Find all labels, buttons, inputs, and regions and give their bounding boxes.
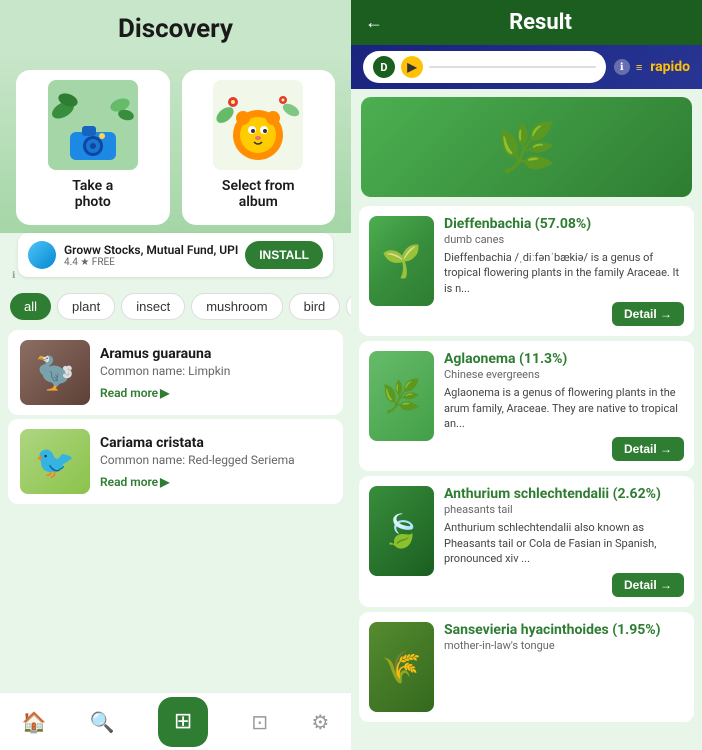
ad-text: Groww Stocks, Mutual Fund, UPI 4.4 ★ FRE… xyxy=(64,243,238,268)
left-panel: Discovery xyxy=(0,0,351,750)
result-content-1: Dieffenbachia (57.08%) dumb canes Dieffe… xyxy=(444,216,684,326)
lion-svg xyxy=(213,80,303,170)
action-cards-area: Take a photo xyxy=(0,54,351,233)
read-more-2[interactable]: Read more ▶ xyxy=(100,475,331,489)
result-content-2: Aglaonema (11.3%) Chinese evergreens Agl… xyxy=(444,351,684,461)
select-album-illustration xyxy=(213,80,303,170)
read-more-1[interactable]: Read more ▶ xyxy=(100,386,331,400)
bird-image-2: 🐦 xyxy=(20,429,90,494)
filter-bird[interactable]: bird xyxy=(289,293,341,320)
filter-tabs: all plant insect mushroom bird fis... xyxy=(0,287,351,326)
result-common-2: Chinese evergreens xyxy=(444,368,684,381)
rapido-menu-icon: ≡ xyxy=(636,61,642,74)
result-content-4: Sansevieria hyacinthoides (1.95%) mother… xyxy=(444,622,684,712)
result-desc-1: Dieffenbachia /ˌdiːfənˈbækiə/ is a genus… xyxy=(444,250,684,296)
result-common-1: dumb canes xyxy=(444,233,684,246)
filter-fish[interactable]: fis... xyxy=(346,293,351,320)
rapido-logo: ℹ ≡ rapido xyxy=(614,59,690,75)
filter-plant[interactable]: plant xyxy=(57,293,115,320)
species-common-2: Common name: Red-legged Seriema xyxy=(100,453,331,467)
species-info-2: Cariama cristata Common name: Red-legged… xyxy=(100,435,331,489)
result-thumb-4: 🌾 xyxy=(369,622,434,712)
species-name-1: Aramus guarauna xyxy=(100,346,331,362)
rapido-search-bar[interactable]: D ▶ xyxy=(363,51,606,83)
result-name-4: Sansevieria hyacinthoides (1.95%) xyxy=(444,622,684,638)
ad-left: Groww Stocks, Mutual Fund, UPI 4.4 ★ FRE… xyxy=(28,241,238,269)
nav-gallery[interactable]: ⊡ xyxy=(251,710,268,734)
result-item-2[interactable]: 🌿 Aglaonema (11.3%) Chinese evergreens A… xyxy=(359,341,694,471)
nav-settings[interactable]: ⚙ xyxy=(311,710,329,734)
result-list: 🌱 Dieffenbachia (57.08%) dumb canes Dief… xyxy=(351,201,702,750)
result-header: ← Result xyxy=(351,0,702,45)
select-album-card[interactable]: Select from album xyxy=(182,70,336,225)
result-ad-banner: D ▶ ℹ ≡ rapido xyxy=(351,45,702,89)
result-main-image: 🌿 xyxy=(361,97,692,197)
ad-title: Groww Stocks, Mutual Fund, UPI xyxy=(64,243,238,257)
aglaonema-image: 🌿 xyxy=(369,351,434,441)
detail-button-3[interactable]: Detail → xyxy=(612,573,684,597)
rapido-bar xyxy=(429,66,596,68)
nav-search[interactable]: 🔍 xyxy=(90,710,115,734)
filter-mushroom[interactable]: mushroom xyxy=(191,293,282,320)
list-item[interactable]: 🦤 Aramus guarauna Common name: Limpkin R… xyxy=(8,330,343,415)
rapido-info-icon: ℹ xyxy=(614,59,630,75)
result-item-4[interactable]: 🌾 Sansevieria hyacinthoides (1.95%) moth… xyxy=(359,612,694,722)
take-photo-card[interactable]: Take a photo xyxy=(16,70,170,225)
main-plant-illustration: 🌿 xyxy=(361,97,692,197)
rapido-arrow-icon: ▶ xyxy=(401,56,423,78)
species-info-1: Aramus guarauna Common name: Limpkin Rea… xyxy=(100,346,331,400)
bird-image-1: 🦤 xyxy=(20,340,90,405)
discovery-title: Discovery xyxy=(0,14,351,44)
result-common-3: pheasants tail xyxy=(444,503,684,516)
result-name-1: Dieffenbachia (57.08%) xyxy=(444,216,684,232)
take-photo-illustration xyxy=(48,80,138,170)
result-thumb-1: 🌱 xyxy=(369,216,434,306)
bottom-nav: 🏠 🔍 ⊞ ⊡ ⚙ xyxy=(0,692,351,750)
result-name-3: Anthurium schlechtendalii (2.62%) xyxy=(444,486,684,502)
list-item[interactable]: 🐦 Cariama cristata Common name: Red-legg… xyxy=(8,419,343,504)
nav-camera[interactable]: ⊞ xyxy=(158,697,208,747)
result-thumb-2: 🌿 xyxy=(369,351,434,441)
ad-info-icon: ℹ xyxy=(12,271,15,281)
species-thumb-2: 🐦 xyxy=(20,429,90,494)
nav-home[interactable]: 🏠 xyxy=(22,710,47,734)
anthurium-image: 🍃 xyxy=(369,486,434,576)
back-button[interactable]: ← xyxy=(365,12,383,33)
result-thumb-3: 🍃 xyxy=(369,486,434,576)
camera-svg xyxy=(48,80,138,170)
result-title: Result xyxy=(393,10,688,35)
install-button[interactable]: INSTALL xyxy=(245,241,323,269)
dieffenbachia-image: 🌱 xyxy=(369,216,434,306)
filter-all[interactable]: all xyxy=(10,293,51,320)
result-desc-2: Aglaonema is a genus of flowering plants… xyxy=(444,385,684,431)
result-name-2: Aglaonema (11.3%) xyxy=(444,351,684,367)
select-album-label: Select from album xyxy=(222,178,295,210)
detail-button-2[interactable]: Detail → xyxy=(612,437,684,461)
species-list: 🦤 Aramus guarauna Common name: Limpkin R… xyxy=(0,326,351,750)
left-header: Discovery xyxy=(0,0,351,54)
right-panel: ← Result D ▶ ℹ ≡ rapido 🌿 🌱 Dieffenbachi… xyxy=(351,0,702,750)
filter-insect[interactable]: insect xyxy=(121,293,185,320)
detail-button-1[interactable]: Detail → xyxy=(612,302,684,326)
result-item-3[interactable]: 🍃 Anthurium schlechtendalii (2.62%) phea… xyxy=(359,476,694,606)
species-name-2: Cariama cristata xyxy=(100,435,331,451)
result-content-3: Anthurium schlechtendalii (2.62%) pheasa… xyxy=(444,486,684,596)
species-common-1: Common name: Limpkin xyxy=(100,364,331,378)
take-photo-label: Take a photo xyxy=(72,178,113,210)
ad-logo-icon xyxy=(28,241,56,269)
rapido-d-icon: D xyxy=(373,56,395,78)
sansevieria-image: 🌾 xyxy=(369,622,434,712)
result-desc-3: Anthurium schlechtendalii also known as … xyxy=(444,520,684,566)
rapido-label: rapido xyxy=(650,59,690,75)
ad-subtitle: 4.4 ★ FREE xyxy=(64,257,238,268)
ad-banner: Groww Stocks, Mutual Fund, UPI 4.4 ★ FRE… xyxy=(18,233,333,277)
species-thumb-1: 🦤 xyxy=(20,340,90,405)
result-item-1[interactable]: 🌱 Dieffenbachia (57.08%) dumb canes Dief… xyxy=(359,206,694,336)
result-common-4: mother-in-law's tongue xyxy=(444,639,684,652)
